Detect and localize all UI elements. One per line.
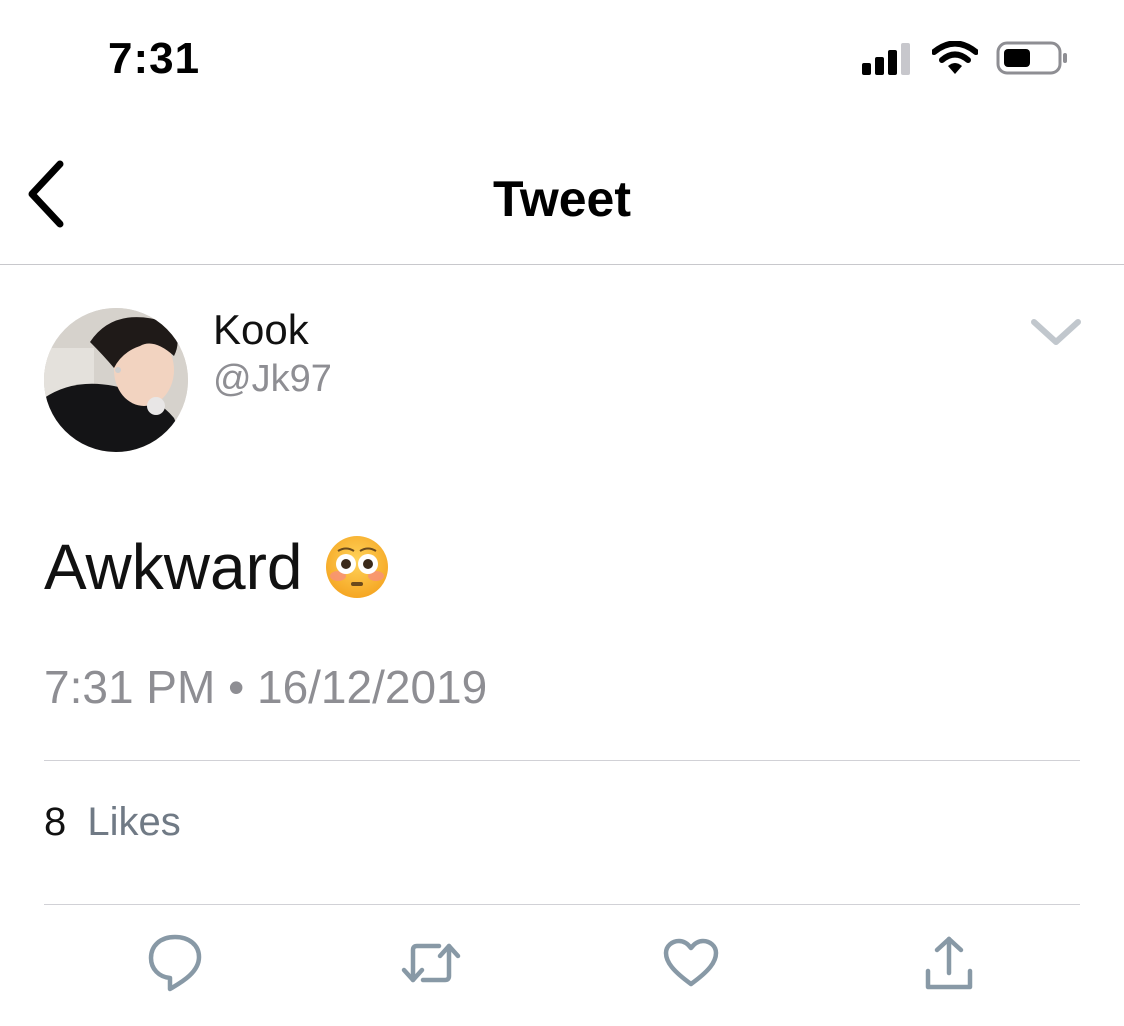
page-title: Tweet	[493, 171, 631, 227]
status-icons	[862, 40, 1068, 80]
likes-label: Likes	[87, 800, 181, 844]
user-name[interactable]: Kook	[213, 306, 309, 354]
tweet-text-content: Awkward	[44, 531, 303, 603]
share-icon	[924, 935, 974, 996]
tweet-timestamp: 7:31 PM • 16/12/2019	[44, 660, 487, 714]
tweet-date: 16/12/2019	[256, 661, 488, 713]
tweet-text: Awkward	[44, 530, 390, 604]
status-bar: 7:31	[0, 0, 1124, 110]
heart-icon	[663, 938, 719, 993]
status-time: 7:31	[108, 34, 201, 83]
retweet-button[interactable]	[396, 930, 466, 1000]
divider	[44, 760, 1080, 761]
cellular-signal-icon	[862, 41, 914, 80]
tweet-time: 7:31 PM	[44, 661, 216, 713]
avatar[interactable]	[44, 308, 188, 452]
nav-bar: Tweet	[0, 130, 1124, 265]
flushed-face-emoji-icon	[324, 534, 390, 600]
timestamp-separator: •	[228, 661, 245, 713]
reply-icon	[148, 933, 202, 998]
user-handle[interactable]: @Jk97	[213, 358, 332, 401]
tweet-action-bar	[0, 930, 1124, 1010]
chevron-down-icon	[1030, 319, 1082, 354]
reply-button[interactable]	[140, 930, 210, 1000]
retweet-icon	[401, 940, 461, 991]
likes-row[interactable]: 8 Likes	[44, 800, 181, 845]
battery-icon	[996, 40, 1068, 81]
share-button[interactable]	[914, 930, 984, 1000]
tweet-options-button[interactable]	[1030, 314, 1082, 350]
likes-count: 8	[44, 800, 67, 844]
divider	[44, 904, 1080, 905]
like-button[interactable]	[656, 930, 726, 1000]
wifi-icon	[931, 40, 979, 80]
